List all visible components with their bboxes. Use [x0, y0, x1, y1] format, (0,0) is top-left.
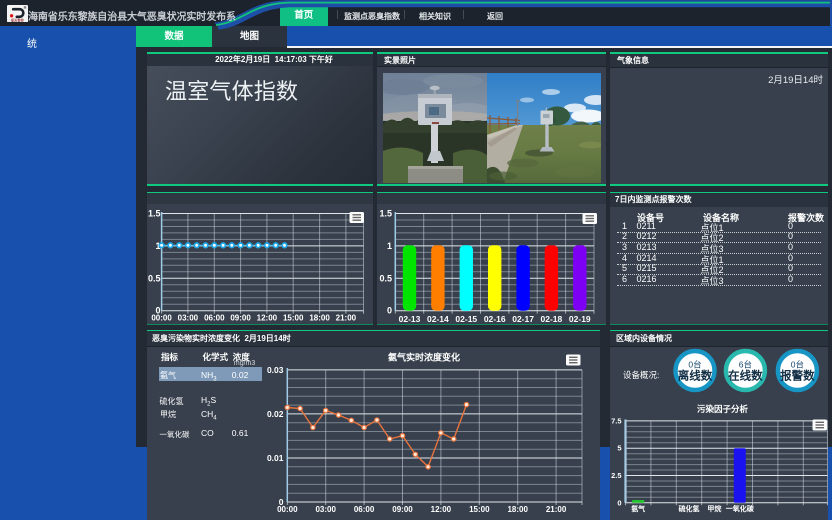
svg-text:在线数: 在线数 — [728, 369, 763, 383]
svg-text:航天智控: 航天智控 — [10, 17, 25, 22]
svg-text:0.03: 0.03 — [267, 365, 284, 375]
svg-text:报警数: 报警数 — [780, 369, 815, 383]
svg-text:0台: 0台 — [791, 360, 804, 370]
svg-text:12:00: 12:00 — [257, 313, 278, 322]
svg-text:00:00: 00:00 — [277, 505, 298, 514]
svg-text:硫化氢: 硫化氢 — [679, 504, 700, 513]
svg-text:02-15: 02-15 — [455, 314, 477, 324]
svg-text:02-18: 02-18 — [541, 314, 563, 324]
svg-text:21:00: 21:00 — [336, 313, 357, 322]
svg-text:0.02: 0.02 — [267, 409, 284, 419]
svg-text:5: 5 — [617, 443, 621, 452]
svg-text:02-19: 02-19 — [569, 314, 591, 324]
svg-text:02-16: 02-16 — [484, 314, 506, 324]
svg-text:18:00: 18:00 — [507, 505, 528, 514]
svg-text:0.01: 0.01 — [267, 453, 284, 463]
svg-text:21:00: 21:00 — [546, 505, 567, 514]
svg-text:02-13: 02-13 — [399, 314, 421, 324]
svg-text:06:00: 06:00 — [204, 313, 225, 322]
svg-text:0.5: 0.5 — [379, 273, 392, 283]
svg-text:1: 1 — [387, 240, 392, 250]
svg-text:02-14: 02-14 — [427, 314, 449, 324]
svg-text:离线数: 离线数 — [678, 369, 713, 383]
svg-text:06:00: 06:00 — [354, 505, 375, 514]
svg-text:2.5: 2.5 — [611, 471, 621, 480]
svg-text:0: 0 — [617, 498, 621, 507]
svg-text:氨气实时浓度变化: 氨气实时浓度变化 — [388, 352, 460, 363]
svg-text:02-17: 02-17 — [512, 314, 534, 324]
svg-text:12:00: 12:00 — [431, 505, 452, 514]
svg-text:一氧化碳: 一氧化碳 — [726, 504, 755, 513]
svg-text:15:00: 15:00 — [283, 313, 304, 322]
svg-text:03:00: 03:00 — [315, 505, 336, 514]
svg-text:1.5: 1.5 — [379, 208, 392, 218]
svg-text:03:00: 03:00 — [178, 313, 199, 322]
svg-text:09:00: 09:00 — [392, 505, 413, 514]
svg-text:09:00: 09:00 — [230, 313, 251, 322]
svg-text:1.5: 1.5 — [148, 208, 161, 218]
svg-text:7.5: 7.5 — [611, 416, 621, 425]
svg-text:18:00: 18:00 — [309, 313, 330, 322]
svg-text:甲烷: 甲烷 — [707, 504, 721, 513]
svg-text:氨气: 氨气 — [631, 504, 645, 513]
svg-text:0.5: 0.5 — [148, 273, 161, 283]
svg-text:6台: 6台 — [739, 360, 752, 370]
svg-text:0: 0 — [387, 305, 392, 315]
svg-text:00:00: 00:00 — [151, 313, 172, 322]
svg-text:0台: 0台 — [688, 360, 701, 370]
svg-text:15:00: 15:00 — [469, 505, 490, 514]
